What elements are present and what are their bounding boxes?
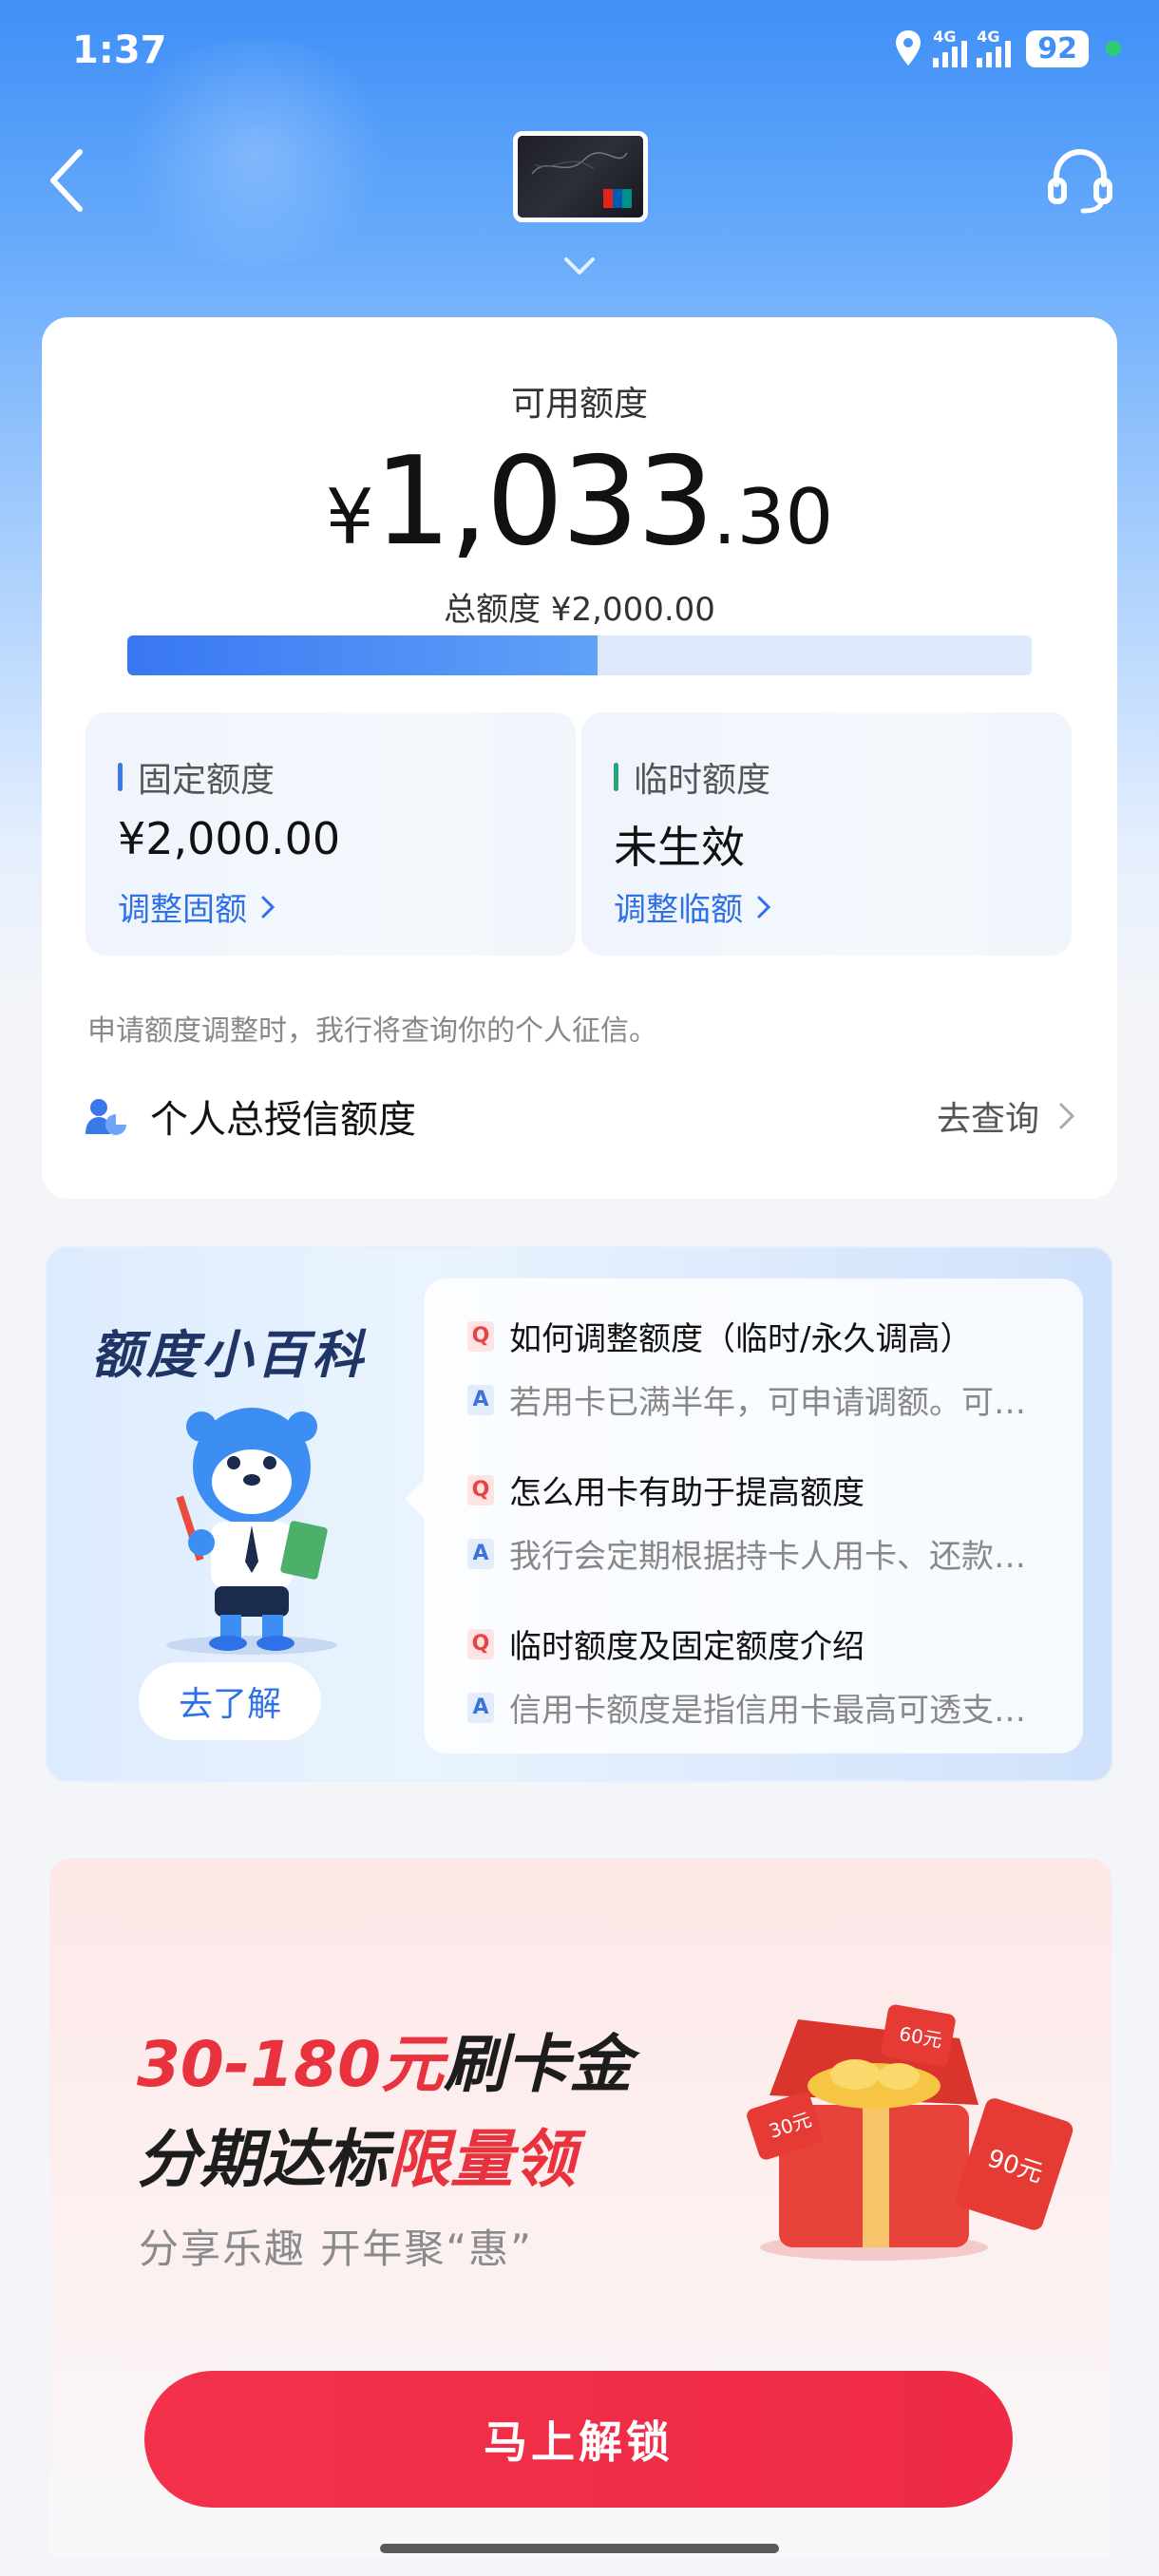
question-badge: Q	[467, 1628, 494, 1659]
limit-progress-fill	[127, 635, 598, 675]
chevron-right-icon	[261, 896, 276, 918]
learn-more-button[interactable]: 去了解	[139, 1662, 321, 1740]
faq-answer: 信用卡额度是指信用卡最高可透支的金额	[509, 1692, 1056, 1730]
promo-headline-2: 分期达标限量领	[137, 2109, 576, 2200]
card-selector[interactable]	[513, 131, 648, 222]
temporary-limit-marker	[614, 763, 618, 791]
answer-badge: A	[467, 1692, 494, 1723]
fixed-limit-value: ¥2,000.00	[118, 813, 341, 864]
home-indicator[interactable]	[380, 2544, 779, 2553]
temporary-limit-box: 临时额度 未生效 调整临额	[581, 712, 1072, 956]
battery-indicator: 92	[1026, 29, 1089, 67]
adjust-fixed-limit-label: 调整固额	[118, 891, 247, 929]
fixed-limit-marker	[118, 763, 123, 791]
back-icon[interactable]	[44, 142, 91, 218]
fixed-limit-box: 固定额度 ¥2,000.00 调整固额	[86, 712, 576, 956]
promo-limited: 限量领	[388, 2123, 576, 2196]
promo-condition: 分期达标	[137, 2123, 388, 2196]
fixed-limit-title: 固定额度	[118, 752, 275, 802]
amount-integer: 1,033	[373, 431, 714, 573]
limit-progress-bar	[127, 635, 1032, 675]
status-bar: 1:37 4G 4G 92	[0, 0, 1159, 104]
query-credit-link[interactable]: 去查询	[937, 1091, 1075, 1141]
promo-headline-1: 30-180元刷卡金	[137, 2014, 632, 2105]
faq-answer: 若用卡已满半年，可申请调额。可申请调额。	[509, 1384, 1056, 1422]
encyclopedia-title: 额度小百科	[91, 1325, 367, 1385]
adjust-temporary-limit-link[interactable]: 调整临额	[614, 883, 771, 930]
signal-icon: 4G	[933, 28, 968, 67]
available-limit-label: 可用额度	[510, 385, 648, 424]
promo-subtitle: 分享乐趣 开年聚“惠”	[139, 2226, 533, 2272]
promo-banner: 30-180元刷卡金 分期达标限量领 分享乐趣 开年聚“惠” 30元 60元 9…	[49, 1858, 1112, 2557]
location-icon	[896, 30, 922, 66]
chevron-down-icon[interactable]	[560, 252, 598, 280]
total-limit: 总额度 ¥2,000.00	[444, 591, 715, 629]
gift-box-icon: 30元 60元 90元	[747, 2004, 1074, 2261]
limit-encyclopedia-card: 额度小百科 去了解 Q 如何调整额度（临时/永久调高） A 若用卡已满半年，可申请调…	[46, 1246, 1113, 1782]
card-pattern-icon	[531, 152, 628, 175]
network-type: 4G	[933, 28, 957, 46]
amount-decimal: .30	[712, 473, 834, 561]
user-chart-icon	[86, 1099, 126, 1135]
status-dot	[1106, 41, 1121, 56]
temporary-limit-title: 临时额度	[614, 752, 770, 802]
question-badge: Q	[467, 1474, 494, 1506]
signal-icon: 4G	[977, 28, 1012, 67]
faq-panel: Q 如何调整额度（临时/永久调高） A 若用卡已满半年，可申请调额。可申请调额。 Q…	[405, 1279, 1083, 1753]
currency-symbol: ¥	[325, 473, 374, 561]
mascot-icon	[166, 1408, 337, 1655]
network-type: 4G	[977, 28, 1000, 46]
faq-item[interactable]: Q 怎么用卡有助于提高额度 A 我行会定期根据持卡人用卡、还款情况调整额度	[467, 1467, 1056, 1577]
query-credit-label: 去查询	[936, 1100, 1039, 1139]
available-limit-amount: ¥1,033.30	[42, 431, 1117, 573]
temporary-limit-label: 临时额度	[634, 761, 771, 800]
personal-credit-label: 个人总授信额度	[150, 1098, 416, 1142]
chevron-right-icon	[757, 896, 771, 918]
faq-question: 怎么用卡有助于提高额度	[509, 1474, 864, 1512]
headset-icon[interactable]	[1045, 142, 1115, 218]
adjust-fixed-limit-link[interactable]: 调整固额	[118, 883, 276, 930]
personal-credit-row[interactable]: 个人总授信额度 去查询	[84, 1083, 1075, 1149]
faq-item[interactable]: Q 临时额度及固定额度介绍 A 信用卡额度是指信用卡最高可透支的金额	[467, 1620, 1056, 1731]
answer-badge: A	[467, 1384, 494, 1415]
credit-limit-card: 可用额度 ¥1,033.30 总额度 ¥2,000.00 固定额度 ¥2,000…	[42, 317, 1117, 1199]
credit-check-note: 申请额度调整时，我行将查询你的个人征信。	[87, 1014, 657, 1048]
question-badge: Q	[467, 1320, 494, 1352]
faq-item[interactable]: Q 如何调整额度（临时/永久调高） A 若用卡已满半年，可申请调额。可申请调额。	[467, 1313, 1056, 1423]
adjust-temporary-limit-label: 调整临额	[614, 891, 743, 929]
promo-reward: 刷卡金	[444, 2028, 633, 2101]
status-icons: 4G 4G 92	[893, 28, 1121, 68]
unlock-now-button[interactable]: 马上解锁	[144, 2371, 1013, 2508]
chevron-right-icon	[1059, 1103, 1075, 1129]
fixed-limit-label: 固定额度	[138, 761, 276, 800]
status-time: 1:37	[72, 28, 167, 72]
faq-question: 如何调整额度（临时/永久调高）	[509, 1320, 973, 1358]
temporary-limit-value: 未生效	[614, 822, 745, 873]
faq-question: 临时额度及固定额度介绍	[509, 1628, 864, 1666]
unionpay-icon	[603, 189, 632, 208]
faq-answer: 我行会定期根据持卡人用卡、还款情况调整额度	[509, 1538, 1056, 1576]
promo-amount: 30-180元	[137, 2028, 445, 2101]
answer-badge: A	[467, 1538, 494, 1569]
